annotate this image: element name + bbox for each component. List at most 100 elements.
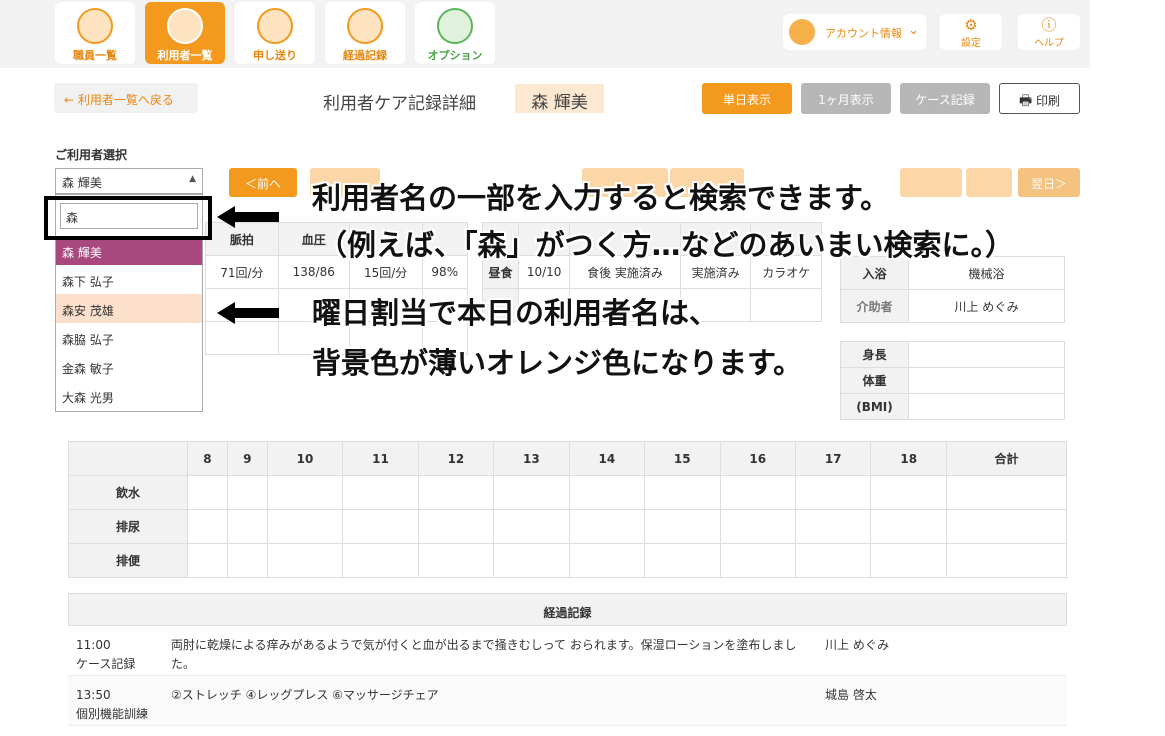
annotation-arrow-icon — [217, 206, 279, 228]
hour-header: 9 — [226, 441, 268, 476]
bath-helper-label: 介助者 — [840, 289, 909, 323]
dropdown-option[interactable]: 森 輝美 — [56, 236, 202, 265]
intake-cell[interactable] — [187, 543, 228, 578]
intake-cell[interactable] — [493, 509, 570, 544]
dropdown-option[interactable]: 森脇 弘子 — [56, 323, 202, 352]
annotation-caption: 曜日割当で本日の利用者名は、 — [312, 296, 719, 330]
record-type: ケース記録 — [76, 657, 136, 671]
intake-cell[interactable] — [794, 475, 872, 510]
record-time-type: 13:50 個別機能訓練 — [76, 686, 148, 724]
nav-label: オプション — [427, 49, 483, 62]
intake-cell[interactable] — [266, 509, 344, 544]
intake-cell[interactable] — [644, 509, 721, 544]
help-label: ヘルプ — [1034, 38, 1064, 49]
progress-record-row[interactable]: 13:50 個別機能訓練 ②ストレッチ ④レッグプレス ⑥マッサージチェア 城島… — [68, 676, 1067, 726]
nav-label: 申し送り — [253, 49, 297, 62]
progress-record-title: 経過記録 — [68, 593, 1067, 626]
intake-cell[interactable] — [794, 509, 872, 544]
hour-header: 16 — [719, 441, 796, 476]
user-select[interactable]: 森 輝美 ▲ — [55, 168, 203, 194]
intake-cell[interactable] — [417, 509, 495, 544]
account-menu[interactable]: アカウント情報 ⌄ — [783, 14, 926, 50]
intake-cell[interactable] — [568, 509, 646, 544]
gear-icon: ⚙ — [964, 16, 978, 34]
intake-cell[interactable] — [226, 509, 268, 544]
total-cell — [946, 509, 1067, 544]
annotation-caption: （例えば、「森」がつく方…などのあいまい検索に。） — [318, 228, 1015, 262]
nav-progress-record[interactable]: 経過記録 — [325, 2, 405, 64]
intake-cell[interactable] — [342, 509, 419, 544]
intake-grid: 8 9 10 11 12 13 14 15 16 17 18 合計 飲水 排尿 … — [68, 441, 1067, 578]
handover-icon — [257, 8, 293, 44]
settings-label: 設定 — [961, 38, 981, 49]
intake-cell[interactable] — [719, 475, 796, 510]
intake-cell[interactable] — [417, 475, 495, 510]
intake-cell[interactable] — [719, 509, 796, 544]
height-label: 身長 — [840, 341, 909, 368]
case-record-button[interactable]: ケース記録 — [900, 83, 990, 114]
hour-header: 14 — [568, 441, 646, 476]
hour-header: 13 — [493, 441, 570, 476]
print-label: 印刷 — [1036, 94, 1061, 108]
record-text: 両肘に乾燥による痒みがあるようで気が付くと血が出るまで掻きむしって おられます。… — [171, 638, 797, 671]
hour-header: 11 — [342, 441, 419, 476]
next-day-button[interactable]: 翌日＞ — [1018, 168, 1080, 197]
intake-cell[interactable] — [187, 475, 228, 510]
account-label: アカウント情報 — [825, 27, 902, 40]
intake-cell[interactable] — [568, 475, 646, 510]
intake-cell[interactable] — [644, 543, 721, 578]
intake-cell[interactable] — [226, 543, 268, 578]
dropdown-option[interactable]: 大森 光男 — [56, 381, 202, 410]
nav-label: 利用者一覧 — [157, 49, 213, 62]
record-time: 13:50 — [76, 688, 111, 702]
print-button[interactable]: 🖶 印刷 — [999, 83, 1080, 114]
nav-staff-list[interactable]: 職員一覧 — [55, 2, 135, 64]
intake-cell[interactable] — [493, 543, 570, 578]
annotation-caption: 利用者名の一部を入力すると検索できます。 — [312, 181, 890, 215]
settings-button[interactable]: ⚙ 設定 — [940, 14, 1002, 50]
help-button[interactable]: ⓘ ヘルプ — [1018, 14, 1080, 50]
bath-helper-value: 川上 めぐみ — [908, 289, 1065, 323]
date-control[interactable] — [966, 168, 1012, 197]
intake-cell[interactable] — [870, 475, 947, 510]
book-icon — [437, 8, 473, 44]
intake-cell[interactable] — [342, 475, 419, 510]
month-view-button[interactable]: 1ヶ月表示 — [801, 83, 891, 114]
back-to-user-list-button[interactable]: ← 利用者一覧へ戻る — [54, 83, 198, 113]
dropdown-option-today[interactable]: 森安 茂雄 — [56, 294, 202, 323]
record-staff: 城島 啓太 — [825, 688, 877, 702]
avatar-icon — [789, 19, 815, 45]
intake-cell[interactable] — [644, 475, 721, 510]
dropdown-option[interactable]: 金森 敏子 — [56, 352, 202, 381]
intake-cell[interactable] — [870, 509, 947, 544]
intake-cell[interactable] — [794, 543, 872, 578]
annotation-arrow-icon — [217, 302, 279, 324]
intake-cell[interactable] — [493, 475, 570, 510]
intake-cell[interactable] — [870, 543, 947, 578]
row-label-bowel: 排便 — [68, 543, 188, 578]
intake-cell[interactable] — [342, 543, 419, 578]
intake-cell[interactable] — [719, 543, 796, 578]
hour-header: 15 — [644, 441, 721, 476]
intake-cell[interactable] — [266, 543, 344, 578]
nav-option[interactable]: オプション — [415, 2, 495, 64]
intake-cell[interactable] — [187, 509, 228, 544]
progress-record-icon — [347, 8, 383, 44]
caret-up-icon: ▲ — [189, 174, 196, 184]
printer-icon: 🖶 — [1018, 93, 1033, 109]
single-day-view-button[interactable]: 単日表示 — [702, 83, 792, 114]
dropdown-option[interactable]: 森下 弘子 — [56, 265, 202, 294]
hour-header: 8 — [187, 441, 228, 476]
bath-table: 入浴 機械浴 介助者 川上 めぐみ — [840, 256, 1065, 323]
progress-record-row[interactable]: 11:00 ケース記録 両肘に乾燥による痒みがあるようで気が付くと血が出るまで掻… — [68, 626, 1067, 676]
help-icon: ⓘ — [1041, 16, 1057, 34]
nav-handover[interactable]: 申し送り — [235, 2, 315, 64]
date-control[interactable] — [900, 168, 962, 197]
prev-button[interactable]: ＜前へ — [229, 168, 297, 197]
nav-user-list[interactable]: 利用者一覧 — [145, 2, 225, 64]
record-time: 11:00 — [76, 638, 111, 652]
intake-cell[interactable] — [417, 543, 495, 578]
intake-cell[interactable] — [568, 543, 646, 578]
intake-cell[interactable] — [226, 475, 268, 510]
intake-cell[interactable] — [266, 475, 344, 510]
